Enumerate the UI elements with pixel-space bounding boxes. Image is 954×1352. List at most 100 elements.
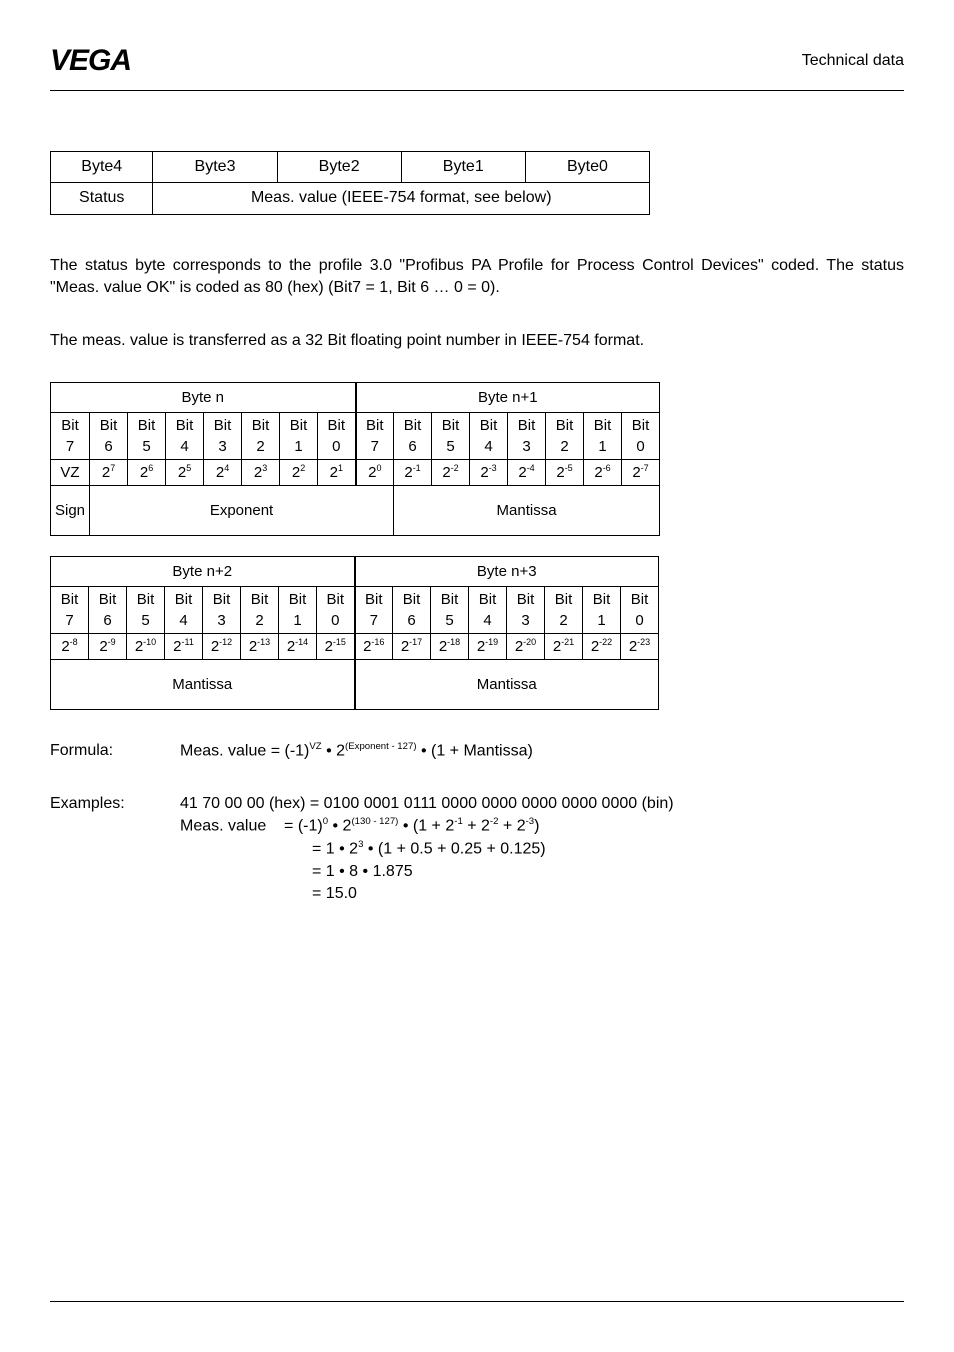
table-cell: Byte2 [277, 152, 401, 183]
bit-weight: 2-7 [622, 459, 660, 485]
bit-weight: 2-13 [241, 633, 279, 659]
table-cell: Byte3 [153, 152, 277, 183]
paragraph-meas: The meas. value is transferred as a 32 B… [50, 330, 904, 352]
bit-label: Bit2 [546, 412, 584, 459]
bit-weight: 25 [166, 459, 204, 485]
bit-label: Bit0 [318, 412, 356, 459]
table-cell: Byte4 [51, 152, 153, 183]
table-cell: Meas. value (IEEE-754 format, see below) [153, 183, 650, 214]
bit-weight: 26 [128, 459, 166, 485]
bit-label: Bit6 [89, 586, 127, 633]
bit-weight: 2-1 [394, 459, 432, 485]
example-line: = 1 • 8 • 1.875 [180, 861, 904, 883]
bit-label: Bit0 [317, 586, 355, 633]
byte-header: Byte n+3 [355, 556, 659, 586]
bit-label: Bit5 [431, 586, 469, 633]
header-title: Technical data [802, 50, 904, 72]
bit-label: Bit5 [127, 586, 165, 633]
mantissa-label: Mantissa [355, 659, 659, 709]
bit-label: Bit4 [165, 586, 203, 633]
bit-weight: 2-8 [51, 633, 89, 659]
bit-weight: 2-21 [545, 633, 583, 659]
byte-overview-table: Byte4 Byte3 Byte2 Byte1 Byte0 Status Mea… [50, 151, 650, 215]
formula-label: Formula: [50, 740, 180, 763]
bit-weight: 2-18 [431, 633, 469, 659]
table-cell: Byte1 [401, 152, 525, 183]
bit-weight: 2-20 [507, 633, 545, 659]
table-cell: Status [51, 183, 153, 214]
bit-weight: 2-11 [165, 633, 203, 659]
bit-weight: 2-14 [279, 633, 317, 659]
bit-label: Bit3 [507, 586, 545, 633]
bit-label: Bit6 [394, 412, 432, 459]
bit-label: Bit3 [203, 586, 241, 633]
bit-weight: 2-4 [508, 459, 546, 485]
mantissa-label: Mantissa [51, 659, 355, 709]
ieee754-table-2: Byte n+2 Byte n+3 Bit7 Bit6 Bit5 Bit4 Bi… [50, 556, 659, 710]
bit-weight: 2-19 [469, 633, 507, 659]
bit-label: Bit3 [204, 412, 242, 459]
bit-label: Bit7 [51, 412, 90, 459]
bit-weight: VZ [51, 459, 90, 485]
bit-label: Bit5 [432, 412, 470, 459]
ieee754-table-1: Byte n Byte n+1 Bit7 Bit6 Bit5 Bit4 Bit3… [50, 382, 660, 536]
bit-label: Bit0 [622, 412, 660, 459]
examples-body: 41 70 00 00 (hex) = 0100 0001 0111 0000 … [180, 793, 904, 906]
bit-weight: 27 [90, 459, 128, 485]
exponent-label: Exponent [90, 485, 394, 535]
bit-weight: 2-10 [127, 633, 165, 659]
bit-weight: 21 [318, 459, 356, 485]
bit-label: Bit3 [508, 412, 546, 459]
example-line: = 15.0 [180, 883, 904, 905]
vega-logo: VEGA [50, 40, 131, 82]
bit-weight: 23 [242, 459, 280, 485]
bit-label: Bit2 [241, 586, 279, 633]
sign-label: Sign [51, 485, 90, 535]
bit-weight: 2-23 [621, 633, 659, 659]
bit-label: Bit4 [166, 412, 204, 459]
examples-label: Examples: [50, 793, 180, 906]
bit-weight: 2-12 [203, 633, 241, 659]
paragraph-status: The status byte corresponds to the profi… [50, 255, 904, 300]
bit-label: Bit4 [469, 586, 507, 633]
bit-weight: 2-9 [89, 633, 127, 659]
bit-label: Bit2 [242, 412, 280, 459]
byte-header: Byte n [51, 382, 356, 412]
bit-label: Bit2 [545, 586, 583, 633]
example-line: Meas. value = (-1)0 • 2(130 - 127) • (1 … [180, 815, 904, 838]
bit-label: Bit6 [90, 412, 128, 459]
bit-weight: 2-2 [432, 459, 470, 485]
bit-label: Bit5 [128, 412, 166, 459]
bit-weight: 2-22 [583, 633, 621, 659]
formula-text: Meas. value = (-1)VZ • 2(Exponent - 127)… [180, 740, 533, 763]
bit-label: Bit7 [51, 586, 89, 633]
bit-weight: 20 [356, 459, 394, 485]
bit-weight: 2-6 [584, 459, 622, 485]
bit-label: Bit1 [280, 412, 318, 459]
examples-row: Examples: 41 70 00 00 (hex) = 0100 0001 … [50, 793, 904, 906]
bit-label: Bit1 [583, 586, 621, 633]
bit-weight: 2-16 [355, 633, 393, 659]
table-cell: Byte0 [525, 152, 649, 183]
byte-header: Byte n+1 [356, 382, 660, 412]
bit-label: Bit4 [470, 412, 508, 459]
bit-label: Bit7 [355, 586, 393, 633]
bit-weight: 2-17 [393, 633, 431, 659]
bit-weight: 2-3 [470, 459, 508, 485]
bit-label: Bit7 [356, 412, 394, 459]
bit-weight: 2-15 [317, 633, 355, 659]
page-header: VEGA Technical data [50, 40, 904, 91]
byte-header: Byte n+2 [51, 556, 355, 586]
formula-row: Formula: Meas. value = (-1)VZ • 2(Expone… [50, 740, 904, 763]
bit-weight: 2-5 [546, 459, 584, 485]
bit-label: Bit6 [393, 586, 431, 633]
bit-label: Bit1 [279, 586, 317, 633]
bit-weight: 22 [280, 459, 318, 485]
mantissa-label: Mantissa [394, 485, 660, 535]
bit-weight: 24 [204, 459, 242, 485]
bit-label: Bit0 [621, 586, 659, 633]
example-line: 41 70 00 00 (hex) = 0100 0001 0111 0000 … [180, 793, 904, 815]
footer-divider [50, 1301, 904, 1302]
example-line: = 1 • 23 • (1 + 0.5 + 0.25 + 0.125) [180, 838, 904, 861]
bit-label: Bit1 [584, 412, 622, 459]
